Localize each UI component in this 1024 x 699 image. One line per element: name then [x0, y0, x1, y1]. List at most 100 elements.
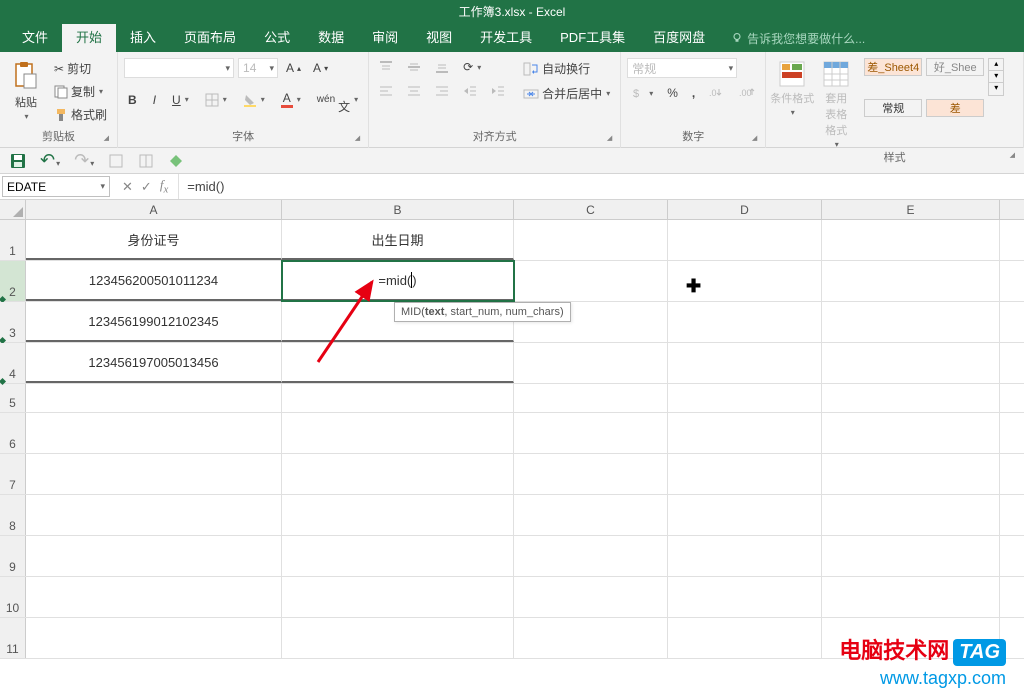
orientation-button[interactable]: ⟳▾: [459, 58, 485, 76]
col-header-B[interactable]: B: [282, 200, 514, 219]
col-header-A[interactable]: A: [26, 200, 282, 219]
format-painter-button[interactable]: 格式刷: [50, 104, 111, 125]
cancel-formula-button[interactable]: ✕: [122, 179, 133, 195]
col-header-C[interactable]: C: [514, 200, 668, 219]
cell-D1[interactable]: [668, 220, 822, 260]
paste-button[interactable]: 粘贴▾: [6, 58, 46, 123]
cell-C1[interactable]: [514, 220, 668, 260]
number-format-combo[interactable]: 常规: [627, 58, 737, 78]
insert-function-button[interactable]: fx: [160, 177, 168, 196]
row-header-8[interactable]: 8: [0, 495, 26, 535]
cell-A3[interactable]: 123456199012102345: [26, 302, 282, 342]
bold-button[interactable]: B: [124, 91, 141, 109]
percent-button[interactable]: %: [663, 84, 682, 102]
merge-button[interactable]: 合并后居中▾: [519, 83, 614, 104]
align-middle-button[interactable]: [403, 58, 425, 76]
conditional-format-button[interactable]: 条件格式▾: [772, 58, 812, 119]
row-header-1[interactable]: 1: [0, 220, 26, 260]
cell-B2[interactable]: =mid(): [282, 261, 514, 301]
tab-baidu[interactable]: 百度网盘: [639, 24, 719, 52]
save-button[interactable]: [10, 153, 26, 169]
decrease-indent-button[interactable]: [459, 82, 481, 100]
phonetic-button[interactable]: wén文▾: [313, 82, 362, 117]
font-name-combo[interactable]: [124, 58, 234, 78]
font-size-combo[interactable]: 14: [238, 58, 278, 78]
brush-icon: [54, 108, 68, 122]
row-header-11[interactable]: 11: [0, 618, 26, 658]
align-top-button[interactable]: [375, 58, 397, 76]
cell-E1[interactable]: [822, 220, 1000, 260]
cell-C4[interactable]: [514, 343, 668, 383]
decrease-decimal-button[interactable]: .00: [735, 85, 759, 101]
style-swatch-3[interactable]: 常规: [864, 99, 922, 117]
row-header-7[interactable]: 7: [0, 454, 26, 494]
increase-font-button[interactable]: A▴: [282, 59, 305, 77]
align-center-button[interactable]: [403, 82, 425, 100]
cell-A2[interactable]: 123456200501011234: [26, 261, 282, 301]
tab-home[interactable]: 开始: [62, 24, 116, 52]
copy-button[interactable]: 复制▾: [50, 81, 111, 102]
formula-input[interactable]: =mid(): [179, 174, 1024, 199]
tab-view[interactable]: 视图: [412, 24, 466, 52]
svg-text:$: $: [633, 88, 639, 100]
tab-pdf[interactable]: PDF工具集: [546, 24, 639, 52]
qat-item-2[interactable]: [138, 153, 154, 169]
col-header-D[interactable]: D: [668, 200, 822, 219]
increase-indent-button[interactable]: [487, 82, 509, 100]
window-title: 工作簿3.xlsx - Excel: [459, 5, 566, 19]
align-bottom-button[interactable]: [431, 58, 453, 76]
style-swatch-4[interactable]: 差: [926, 99, 984, 117]
tab-formula[interactable]: 公式: [250, 24, 304, 52]
align-left-button[interactable]: [375, 82, 397, 100]
redo-button[interactable]: ↷▾: [74, 150, 94, 171]
col-header-E[interactable]: E: [822, 200, 1000, 219]
cell-A1[interactable]: 身份证号: [26, 220, 282, 260]
qat-item-3[interactable]: [168, 153, 184, 169]
tab-layout[interactable]: 页面布局: [170, 24, 250, 52]
fill-color-button[interactable]: ▾: [239, 91, 269, 109]
tell-me[interactable]: 告诉我您想要做什么...: [731, 24, 865, 52]
enter-formula-button[interactable]: ✓: [141, 179, 152, 195]
cell-E3[interactable]: [822, 302, 1000, 342]
qat-item-1[interactable]: [108, 153, 124, 169]
row-header-10[interactable]: 10: [0, 577, 26, 617]
cell-D4[interactable]: [668, 343, 822, 383]
undo-button[interactable]: ↶▾: [40, 150, 60, 171]
tab-review[interactable]: 审阅: [358, 24, 412, 52]
style-swatch-1[interactable]: 差_Sheet4: [864, 58, 922, 76]
table-format-button[interactable]: 套用 表格格式▾: [816, 58, 856, 151]
row-header-3[interactable]: 3: [0, 302, 26, 342]
cut-button[interactable]: ✂剪切: [50, 58, 111, 79]
tab-file[interactable]: 文件: [8, 24, 62, 52]
style-swatch-2[interactable]: 好_Shee: [926, 58, 984, 76]
underline-button[interactable]: U▾: [168, 91, 193, 109]
italic-button[interactable]: I: [149, 91, 160, 109]
tab-insert[interactable]: 插入: [116, 24, 170, 52]
cell-E2[interactable]: [822, 261, 1000, 301]
cell-A4[interactable]: 123456197005013456: [26, 343, 282, 383]
font-color-button[interactable]: A▾: [277, 89, 305, 110]
select-all-corner[interactable]: [0, 200, 26, 219]
align-right-button[interactable]: [431, 82, 453, 100]
decrease-font-button[interactable]: A▾: [309, 59, 332, 77]
cell-B4[interactable]: [282, 343, 514, 383]
spreadsheet-grid[interactable]: A B C D E 1 身份证号 出生日期 2 1234562005010112…: [0, 200, 1024, 659]
title-bar: 工作簿3.xlsx - Excel: [0, 0, 1024, 24]
name-box[interactable]: EDATE: [2, 176, 110, 197]
row-header-2[interactable]: 2: [0, 261, 26, 301]
tab-data[interactable]: 数据: [304, 24, 358, 52]
row-header-6[interactable]: 6: [0, 413, 26, 453]
comma-button[interactable]: ,: [688, 84, 699, 102]
wrap-text-button[interactable]: 自动换行: [519, 58, 614, 79]
cell-D3[interactable]: [668, 302, 822, 342]
row-header-9[interactable]: 9: [0, 536, 26, 576]
cell-B1[interactable]: 出生日期: [282, 220, 514, 260]
border-button[interactable]: ▾: [201, 91, 231, 109]
currency-button[interactable]: $▾: [627, 84, 657, 102]
row-header-4[interactable]: 4: [0, 343, 26, 383]
cell-E4[interactable]: [822, 343, 1000, 383]
cell-C2[interactable]: [514, 261, 668, 301]
row-header-5[interactable]: 5: [0, 384, 26, 412]
increase-decimal-button[interactable]: .0: [705, 85, 729, 101]
tab-dev[interactable]: 开发工具: [466, 24, 546, 52]
